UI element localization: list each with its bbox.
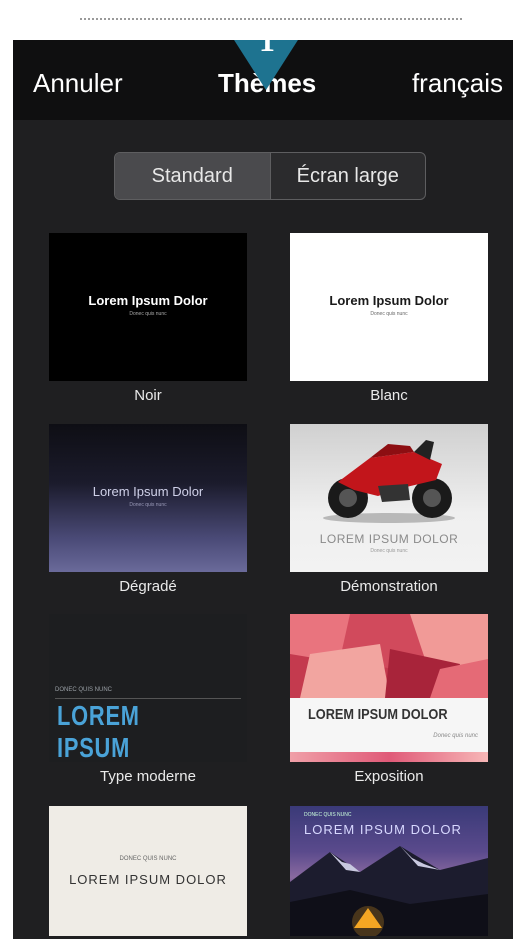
theme-label: Démonstration <box>340 578 438 595</box>
theme-demonstration[interactable]: LOREM IPSUM DOLOR Donec quis nunc Démons… <box>290 424 488 595</box>
theme-thumbnail: DONEC QUIS NUNC LOREM IPSUM <box>49 614 247 762</box>
theme-thumbnail: DONEC QUIS NUNC LOREM IPSUM DOLOR <box>290 806 488 936</box>
motorcycle-image <box>323 440 455 523</box>
thumbnail-subtitle: Donec quis nunc <box>370 311 408 317</box>
theme-label: Noir <box>134 387 162 404</box>
theme-label: Dégradé <box>119 578 177 595</box>
thumbnail-subtitle: DONEC QUIS NUNC <box>304 812 352 818</box>
theme-type-moderne[interactable]: DONEC QUIS NUNC LOREM IPSUM Type moderne <box>49 614 247 785</box>
thumbnail-title: Lorem Ipsum Dolor <box>92 484 204 499</box>
thumbnail-title: LOREM IPSUM <box>57 700 140 762</box>
aspect-segmented-control: Standard Écran large <box>114 152 426 200</box>
thumbnail-subtitle: Donec quis nunc <box>129 311 167 317</box>
theme-label: Exposition <box>354 768 424 785</box>
theme-exposition[interactable]: LOREM IPSUM DOLOR Donec quis nunc Exposi… <box>290 614 488 785</box>
theme-thumbnail: LOREM IPSUM DOLOR Donec quis nunc <box>290 614 488 762</box>
dotted-guide-line <box>80 18 462 20</box>
mountain-tent-image <box>290 846 488 936</box>
thumbnail-subtitle: DONEC QUIS NUNC <box>55 687 113 693</box>
thumbnail-title: LOREM IPSUM DOLOR <box>69 872 227 887</box>
thumbnail-title: LOREM IPSUM DOLOR <box>319 532 459 546</box>
theme-paper[interactable]: DONEC QUIS NUNC LOREM IPSUM DOLOR <box>49 806 247 936</box>
thumbnail-subtitle: Donec quis nunc <box>129 502 167 508</box>
thumbnail-subtitle: Donec quis nunc <box>433 733 478 739</box>
cancel-button[interactable]: Annuler <box>33 68 123 98</box>
theme-blanc[interactable]: Lorem Ipsum Dolor Donec quis nunc Blanc <box>290 233 488 404</box>
theme-thumbnail: Lorem Ipsum Dolor Donec quis nunc <box>49 424 247 572</box>
thumbnail-title: Lorem Ipsum Dolor <box>329 293 449 308</box>
phone-screen: Annuler Thèmes français 1 Standard Écran… <box>13 40 513 939</box>
thumbnail-subtitle: Donec quis nunc <box>370 548 408 554</box>
thumbnail-title: Lorem Ipsum Dolor <box>88 293 208 308</box>
thumbnail-subtitle: DONEC QUIS NUNC <box>119 856 177 862</box>
abstract-pattern-image <box>290 614 488 698</box>
thumbnail-color-bar <box>290 752 488 762</box>
theme-label: Type moderne <box>100 768 196 785</box>
thumbnail-divider <box>55 698 241 699</box>
theme-noir[interactable]: Lorem Ipsum Dolor Donec quis nunc Noir <box>49 233 247 404</box>
theme-thumbnail: DONEC QUIS NUNC LOREM IPSUM DOLOR <box>49 806 247 936</box>
thumbnail-title: LOREM IPSUM DOLOR <box>308 706 448 723</box>
callout-number: 1 <box>259 40 275 58</box>
segment-widescreen[interactable]: Écran large <box>269 153 426 199</box>
theme-night-landscape[interactable]: DONEC QUIS NUNC LOREM IPSUM DOLOR <box>290 806 488 936</box>
theme-label: Blanc <box>370 387 408 404</box>
theme-degrade[interactable]: Lorem Ipsum Dolor Donec quis nunc Dégrad… <box>49 424 247 595</box>
theme-thumbnail: Lorem Ipsum Dolor Donec quis nunc <box>49 233 247 381</box>
thumbnail-title: LOREM IPSUM DOLOR <box>304 822 462 837</box>
segment-standard[interactable]: Standard <box>115 153 270 199</box>
theme-thumbnail: Lorem Ipsum Dolor Donec quis nunc <box>290 233 488 381</box>
theme-thumbnail: LOREM IPSUM DOLOR Donec quis nunc <box>290 424 488 572</box>
language-button[interactable]: français <box>412 68 503 98</box>
